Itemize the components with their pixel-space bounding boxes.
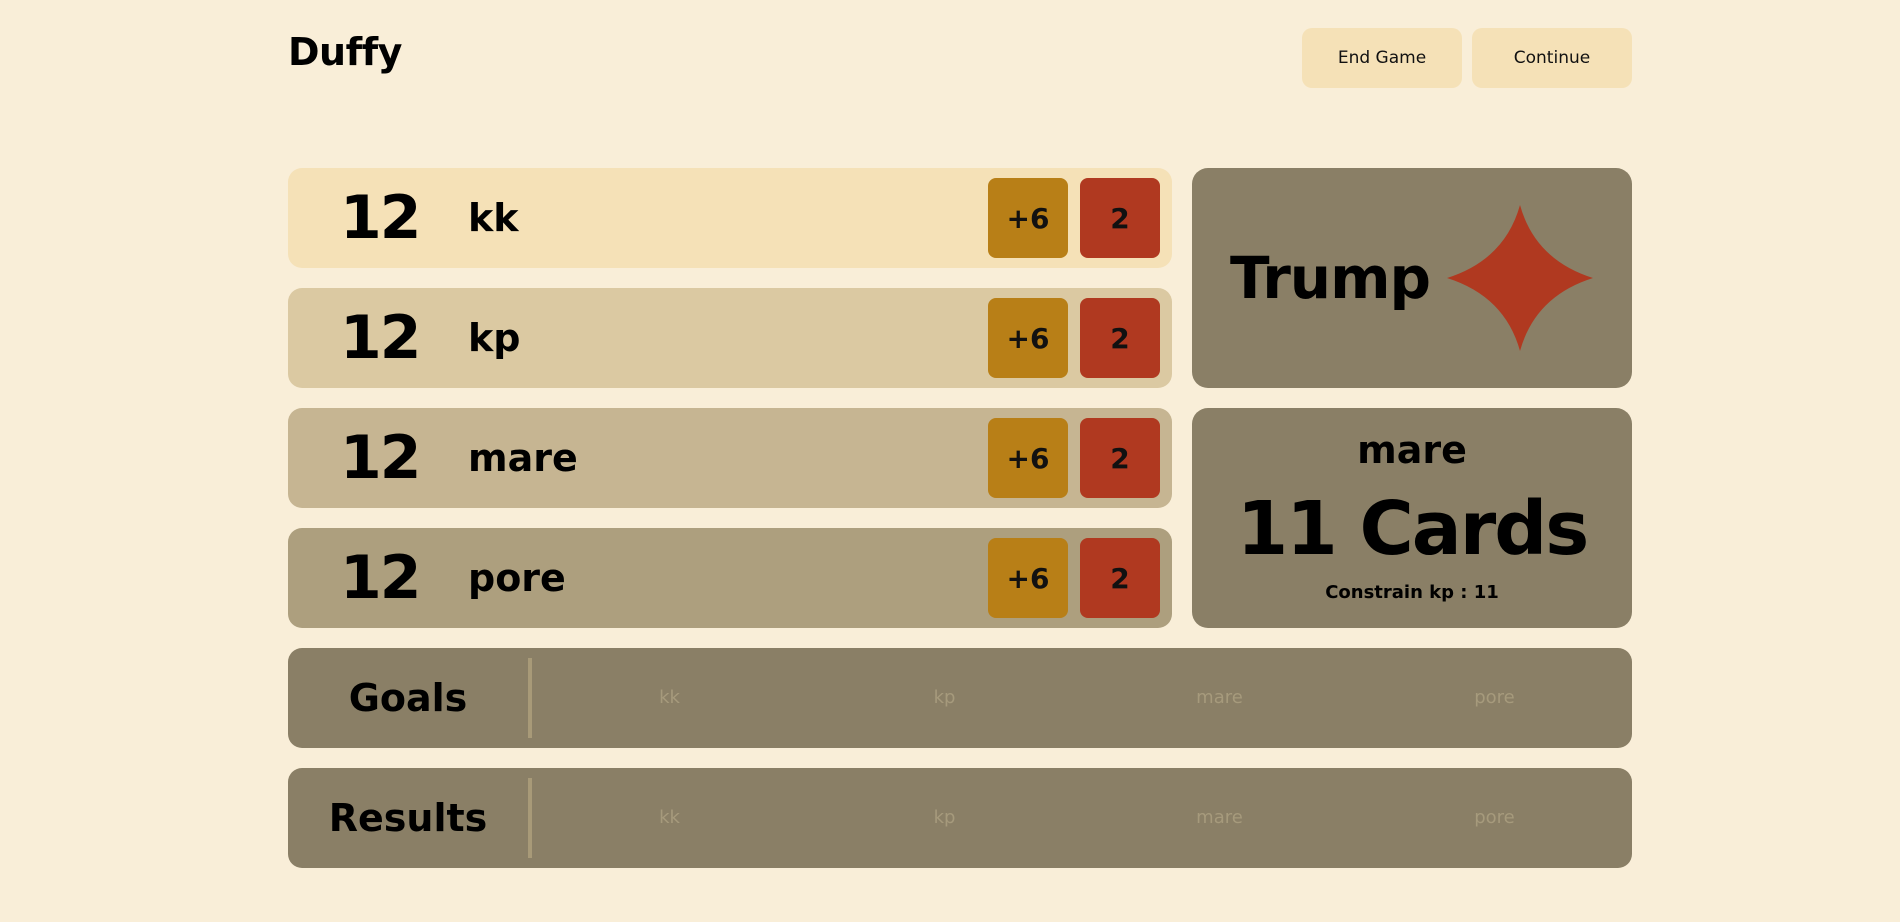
player-row-pore: 12 pore +6 2 (288, 528, 1172, 628)
result-cell-mare: mare (1196, 807, 1243, 828)
current-player-name: mare (1357, 428, 1467, 472)
game-screen: Duffy End Game Continue 12 kk +6 2 12 kp… (0, 0, 1900, 922)
player-score: 12 (340, 303, 421, 373)
turn-panel: mare 11 Cards Constrain kp : 11 (1192, 408, 1632, 628)
tricks-button[interactable]: 2 (1080, 178, 1160, 258)
player-row-mare: 12 mare +6 2 (288, 408, 1172, 508)
diamond-shape (1447, 205, 1593, 351)
player-score: 12 (340, 423, 421, 493)
result-cell-kp: kp (933, 807, 956, 828)
bid-button[interactable]: +6 (988, 298, 1068, 378)
trump-label: Trump (1230, 244, 1431, 312)
tricks-button[interactable]: 2 (1080, 418, 1160, 498)
player-name: kk (468, 196, 519, 240)
constraint-text: Constrain kp : 11 (1325, 582, 1499, 603)
player-row-kk: 12 kk +6 2 (288, 168, 1172, 268)
result-cell-kk: kk (659, 807, 680, 828)
results-title: Results (328, 796, 488, 840)
goal-cell-mare: mare (1196, 687, 1243, 708)
bid-button[interactable]: +6 (988, 538, 1068, 618)
player-name: mare (468, 436, 578, 480)
goal-cell-kk: kk (659, 687, 680, 708)
diamond-icon (1447, 205, 1593, 351)
tricks-button[interactable]: 2 (1080, 538, 1160, 618)
tricks-button[interactable]: 2 (1080, 298, 1160, 378)
player-name: pore (468, 556, 566, 600)
end-game-button[interactable]: End Game (1302, 28, 1462, 88)
trump-panel: Trump (1192, 168, 1632, 388)
bid-button[interactable]: +6 (988, 418, 1068, 498)
app-title: Duffy (288, 30, 402, 74)
goals-bar: Goals kk kp mare pore (288, 648, 1632, 748)
goal-cell-kp: kp (933, 687, 956, 708)
player-score: 12 (340, 183, 421, 253)
results-bar: Results kk kp mare pore (288, 768, 1632, 868)
bid-button[interactable]: +6 (988, 178, 1068, 258)
continue-button[interactable]: Continue (1472, 28, 1632, 88)
player-name: kp (468, 316, 521, 360)
goal-cell-pore: pore (1474, 687, 1515, 708)
result-cell-pore: pore (1474, 807, 1515, 828)
goals-title: Goals (348, 676, 468, 720)
cards-count: 11 Cards (1236, 486, 1590, 572)
player-score: 12 (340, 543, 421, 613)
player-row-kp: 12 kp +6 2 (288, 288, 1172, 388)
